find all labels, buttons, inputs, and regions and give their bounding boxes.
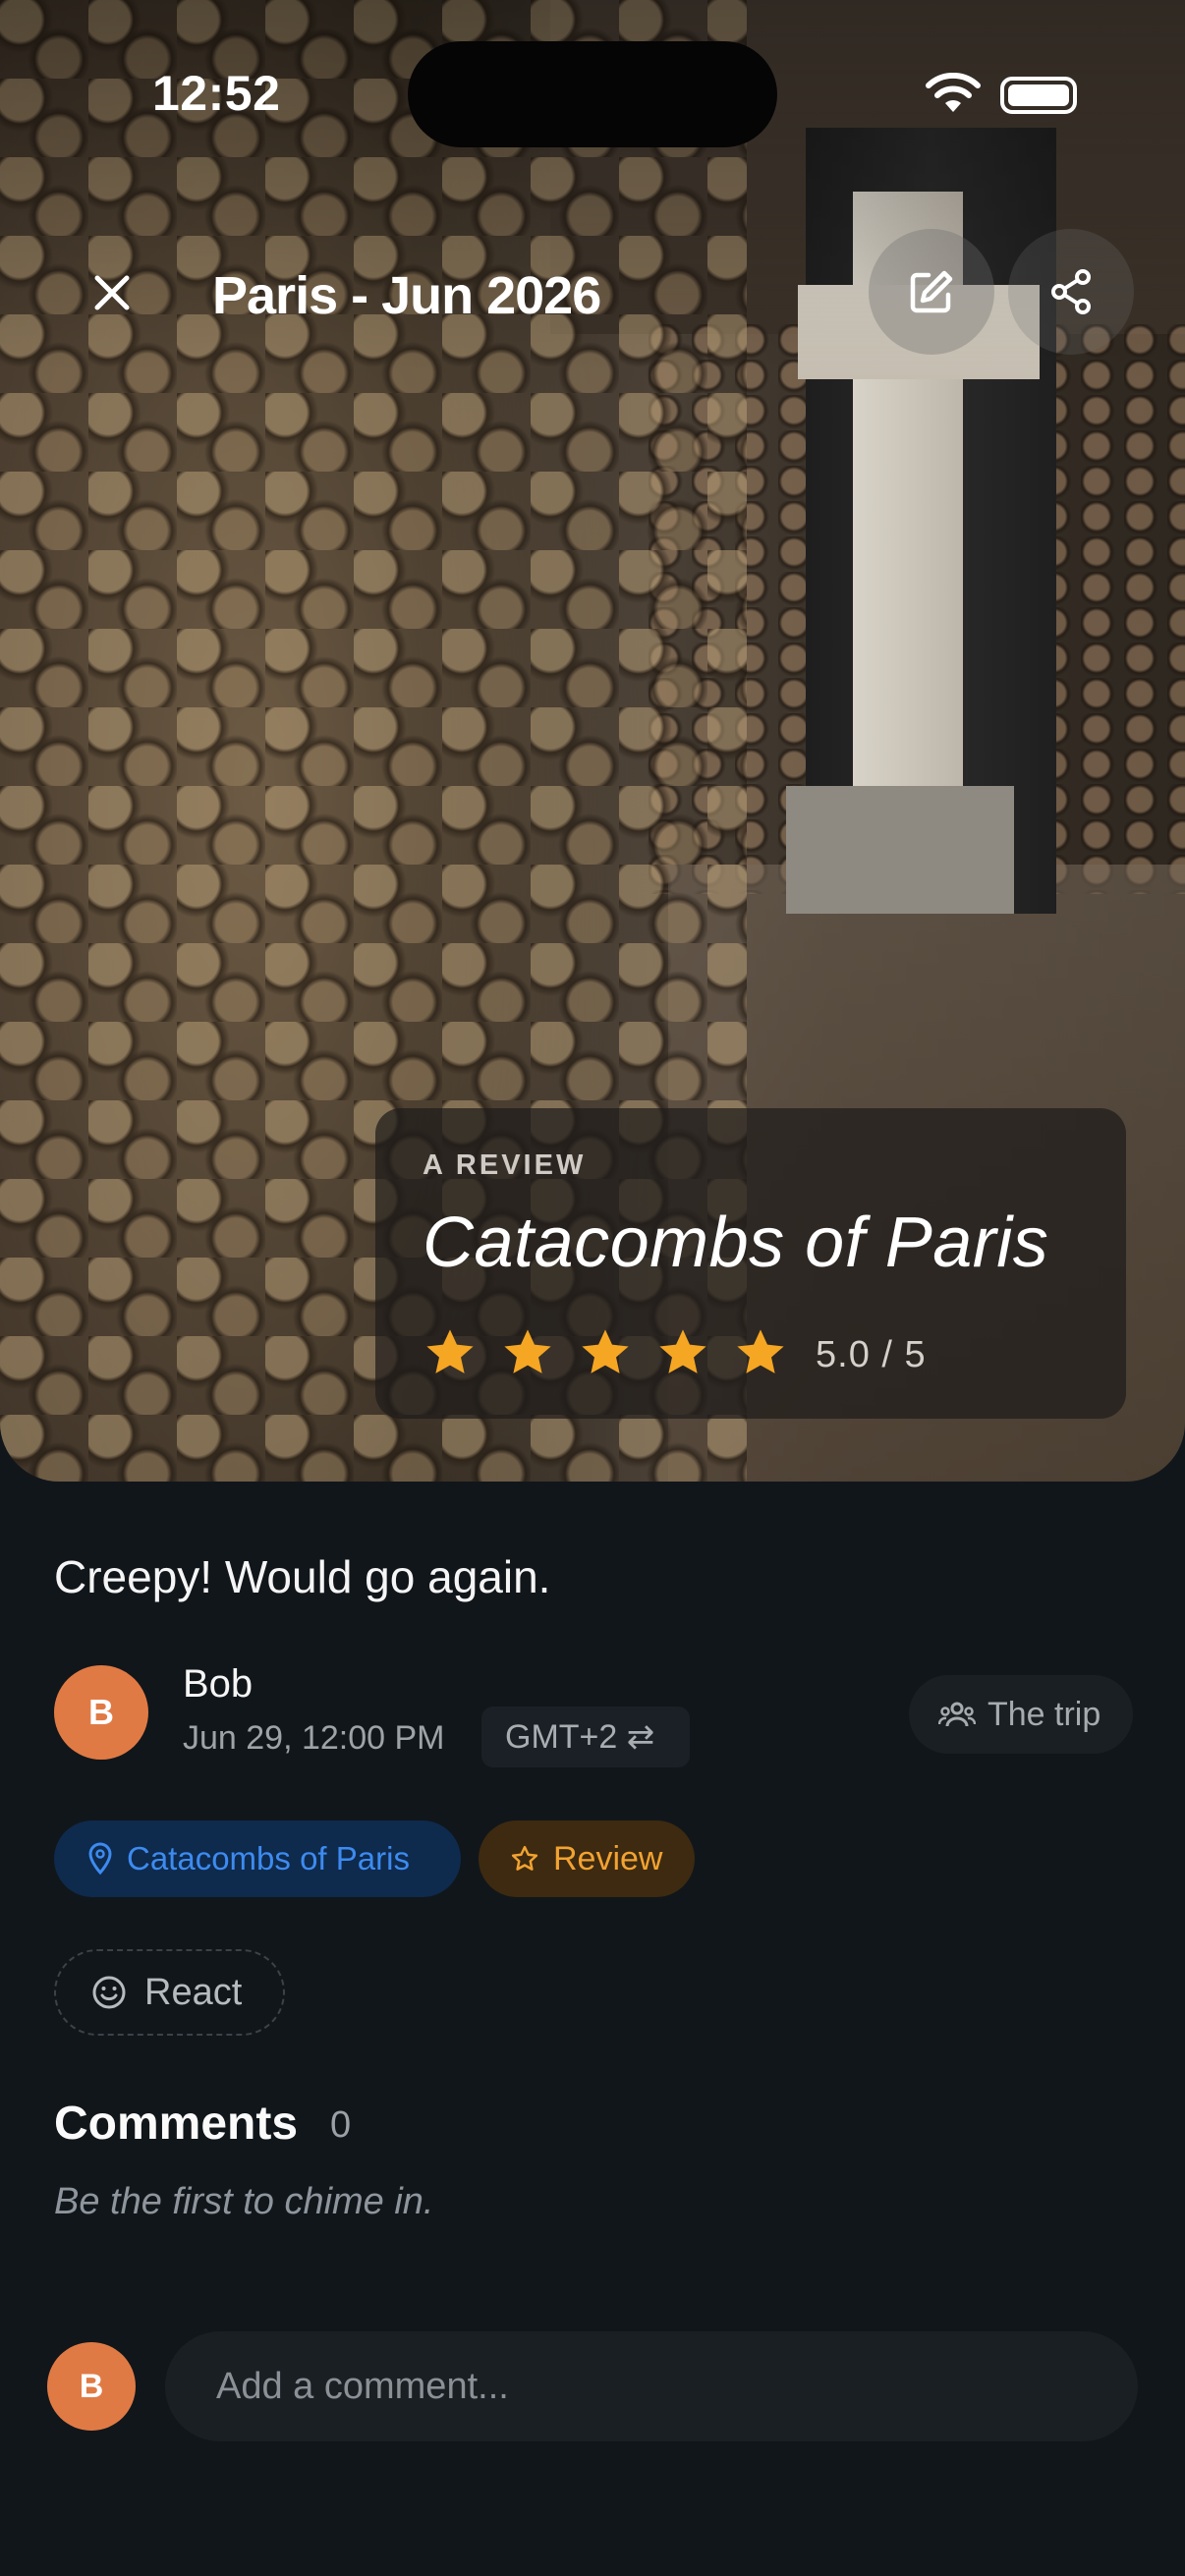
star-icon bbox=[504, 1329, 551, 1373]
tag-review[interactable]: Review bbox=[479, 1820, 695, 1897]
rating-text: 5.0 / 5 bbox=[816, 1334, 927, 1375]
close-button[interactable] bbox=[77, 257, 147, 328]
review-card: A REVIEW Catacombs of Paris 5.0 / 5 bbox=[375, 1108, 1126, 1419]
share-button[interactable] bbox=[1008, 229, 1134, 355]
comments-count: 0 bbox=[330, 2104, 352, 2146]
status-time: 12:52 bbox=[152, 66, 281, 121]
tag-place-label: Catacombs of Paris bbox=[127, 1840, 410, 1876]
close-icon bbox=[94, 275, 130, 310]
timezone-label: GMT+2 ⇄ bbox=[505, 1718, 655, 1756]
star-icon bbox=[737, 1329, 784, 1373]
dynamic-island bbox=[408, 41, 777, 147]
comments-empty-state: Be the first to chime in. bbox=[54, 2181, 434, 2222]
edit-button[interactable] bbox=[869, 229, 994, 355]
star-icon bbox=[426, 1329, 474, 1373]
tag-review-label: Review bbox=[553, 1839, 663, 1877]
map-pin-icon bbox=[88, 1842, 112, 1876]
trip-link-label: The trip bbox=[988, 1695, 1101, 1733]
smiley-icon bbox=[92, 1976, 126, 2009]
hero-photo: 12:52 Paris - Jun 2026 A REVIEW Catacomb… bbox=[0, 0, 1185, 1482]
star-outline-icon bbox=[511, 1845, 538, 1871]
star-icon bbox=[582, 1329, 629, 1373]
group-icon bbox=[938, 1702, 976, 1727]
author-name[interactable]: Bob bbox=[183, 1662, 253, 1707]
review-body-text: Creepy! Would go again. bbox=[54, 1551, 551, 1602]
react-label: React bbox=[144, 1971, 243, 2013]
photo-cross-base bbox=[786, 786, 1014, 914]
react-button[interactable]: React bbox=[54, 1949, 285, 2036]
tag-place[interactable]: Catacombs of Paris bbox=[54, 1820, 461, 1897]
comment-input[interactable] bbox=[165, 2331, 1138, 2441]
edit-icon bbox=[910, 270, 953, 313]
author-avatar[interactable]: B bbox=[54, 1665, 148, 1760]
share-icon bbox=[1051, 269, 1091, 314]
composer-avatar: B bbox=[47, 2342, 136, 2431]
timezone-toggle[interactable]: GMT+2 ⇄ bbox=[481, 1707, 690, 1767]
star-rating bbox=[423, 1326, 788, 1379]
star-icon bbox=[659, 1329, 706, 1373]
battery-icon bbox=[1000, 77, 1077, 114]
post-date: Jun 29, 12:00 PM bbox=[183, 1719, 445, 1757]
comments-heading: Comments bbox=[54, 2098, 299, 2150]
wifi-icon bbox=[926, 73, 981, 112]
trip-link-button[interactable]: The trip bbox=[909, 1675, 1133, 1754]
review-place-title: Catacombs of Paris bbox=[423, 1204, 1049, 1282]
trip-title: Paris - Jun 2026 bbox=[212, 266, 601, 325]
review-kicker: A REVIEW bbox=[423, 1149, 587, 1181]
